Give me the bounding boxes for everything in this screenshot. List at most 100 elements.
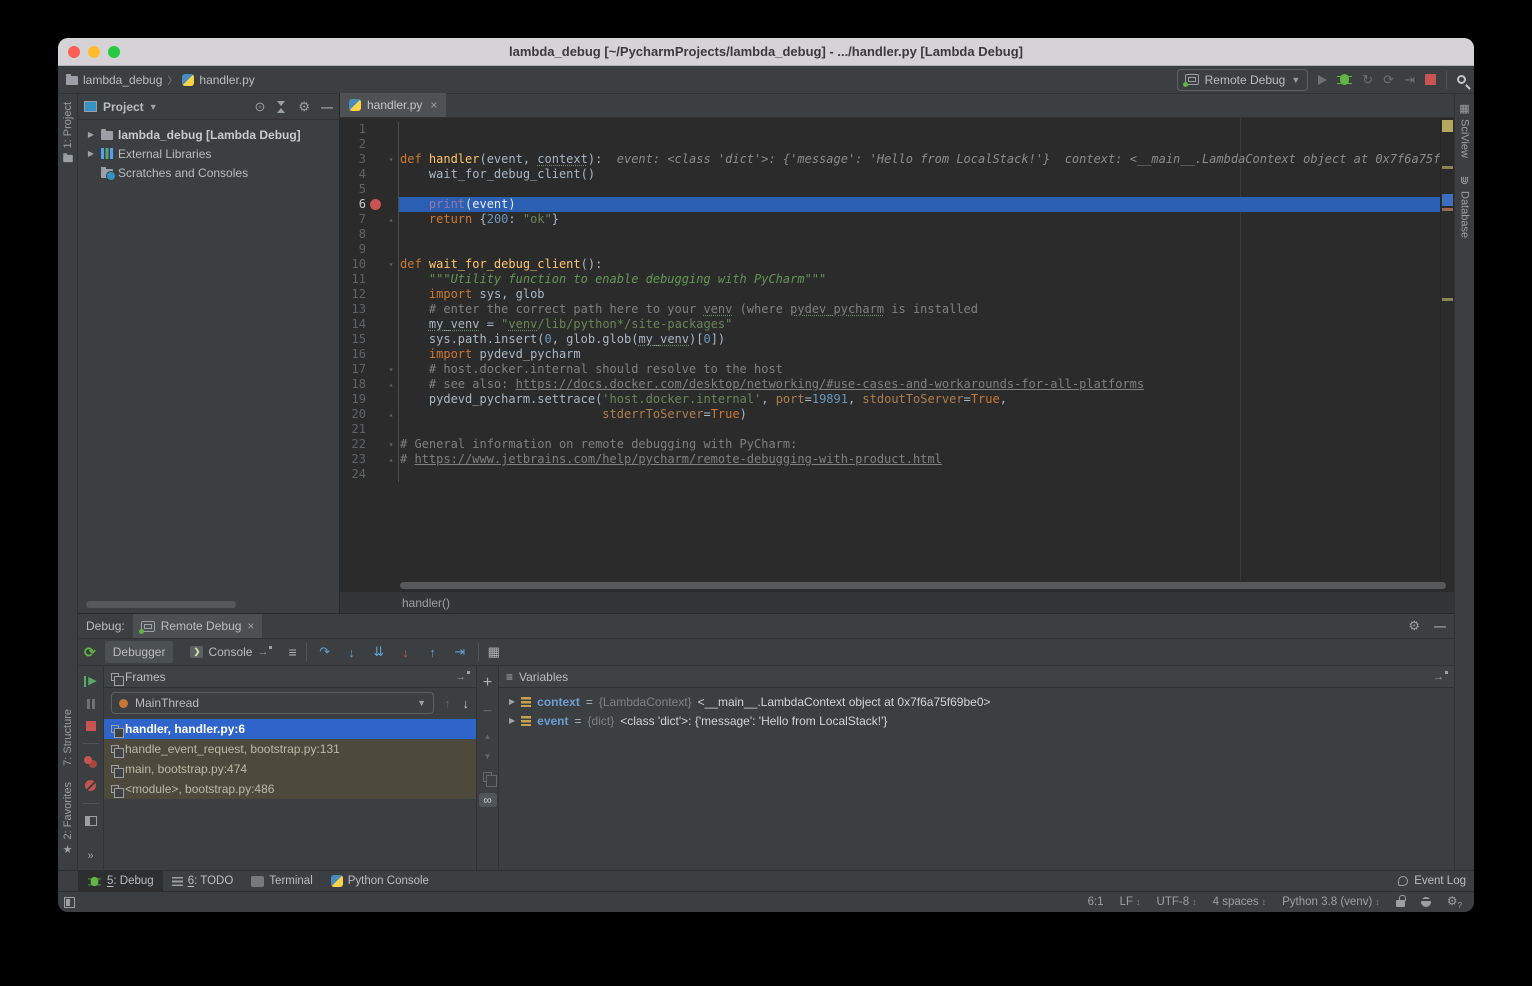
layout-options-icon[interactable]: ≡ [288,644,296,660]
status-item[interactable]: UTF-8↕ [1157,896,1197,908]
project-tree-item[interactable]: ▶Scratches and Consoles [78,163,339,182]
frame-row[interactable]: <module>, bootstrap.py:486 [104,779,476,799]
close-tab-icon[interactable]: × [430,98,437,112]
project-tree-item[interactable]: ▶lambda_debug [Lambda Debug] [78,125,339,144]
code-line[interactable]: 5 [340,182,1440,197]
sidebar-item-sciview[interactable]: ▦ SciView [1459,94,1471,166]
code-line[interactable]: 24 [340,467,1440,482]
chevron-right-icon[interactable]: ▶ [509,697,515,706]
profiler-button[interactable]: ⟳ [1383,72,1394,88]
step-over-button[interactable]: ↷ [316,644,334,660]
project-view-select[interactable]: Project ▼ [103,100,158,114]
close-session-icon[interactable]: × [247,619,254,633]
move-up-icon[interactable]: ▲ [484,732,492,741]
frame-row[interactable]: main, bootstrap.py:474 [104,759,476,779]
fold-marker[interactable]: ▾ [384,362,399,377]
status-item[interactable]: Python 3.8 (venv)↕ [1282,896,1380,908]
ide-status-icon[interactable]: ⚙ [1447,894,1462,910]
fold-marker[interactable]: ▴ [384,452,399,467]
sidebar-item-database[interactable]: ⋓ Database [1459,166,1471,246]
chevron-right-icon[interactable]: ▶ [86,130,96,139]
duplicate-watch-icon[interactable] [483,772,492,782]
warning-stripe[interactable] [1442,166,1453,169]
code-line[interactable]: 8 [340,227,1440,242]
minimize-window-button[interactable] [88,46,100,58]
line-number[interactable]: 18 [340,377,366,392]
run-button[interactable] [1318,75,1327,85]
fold-marker[interactable]: ▴ [384,377,399,392]
warning-stripe[interactable] [1442,208,1453,211]
event-log-button[interactable]: Event Log [1398,875,1466,887]
run-to-cursor-button[interactable]: ⇥ [451,644,469,660]
step-out-of-block-button[interactable]: ↓ [397,645,415,660]
breakpoint-dot[interactable] [366,197,384,212]
line-number[interactable]: 19 [340,392,366,407]
status-item[interactable]: LF↕ [1120,896,1141,908]
code-line[interactable]: 18▴ # see also: https://docs.docker.com/… [340,377,1440,392]
close-window-button[interactable] [68,46,80,58]
code-line[interactable]: 1 [340,122,1440,137]
editor-scrollbar[interactable] [1440,118,1454,581]
fold-marker[interactable]: ▾ [384,257,399,272]
code-line[interactable]: 19 pydevd_pycharm.settrace('host.docker.… [340,392,1440,407]
fold-marker[interactable]: ▴ [384,407,399,422]
pin-icon[interactable]: → [455,671,466,683]
execution-stripe[interactable] [1442,194,1453,206]
code-line[interactable]: 11 """Utility function to enable debuggi… [340,272,1440,287]
remove-watch-icon[interactable]: − [483,703,492,721]
lock-icon[interactable] [1396,900,1405,907]
editor-horizontal-scrollbar[interactable] [340,581,1454,591]
line-number[interactable]: 5 [340,182,366,197]
move-down-icon[interactable]: ▼ [484,752,492,761]
code-line[interactable]: 2 [340,137,1440,152]
tool-window-tab-6-todo[interactable]: 6: TODO [163,871,243,892]
sidebar-item-project[interactable]: 1: Project [62,94,74,171]
tool-window-tab-terminal[interactable]: Terminal [242,871,321,892]
collapse-all-icon[interactable] [276,101,287,113]
editor-tab-handler[interactable]: handler.py × [340,93,446,117]
code-line[interactable]: 6 print(event) [340,197,1440,212]
stop-button[interactable] [86,721,96,731]
status-item[interactable]: 4 spaces↕ [1213,896,1267,908]
run-configuration-select[interactable]: Remote Debug ▼ [1177,69,1309,91]
warning-stripe[interactable] [1442,298,1453,301]
variable-row[interactable]: ▶event={dict}<class 'dict'>: {'message':… [499,711,1454,730]
chevron-right-icon[interactable]: ▶ [86,149,96,158]
line-number[interactable]: 13 [340,302,366,317]
sidebar-item-structure[interactable]: 7: Structure [62,701,74,774]
line-number[interactable]: 9 [340,242,366,257]
hide-panel-icon[interactable]: — [321,100,333,114]
line-number[interactable]: 21 [340,422,366,437]
view-breakpoints-icon[interactable] [84,756,92,764]
line-number[interactable]: 14 [340,317,366,332]
step-into-button[interactable]: ↓ [343,645,361,660]
line-number[interactable]: 3 [340,152,366,167]
sidebar-item-favorites[interactable]: 2: Favorites ★ [62,774,74,870]
fold-marker[interactable]: ▾ [384,152,399,167]
next-frame-icon[interactable]: ↓ [463,696,470,711]
inspection-indicator[interactable] [1442,120,1453,132]
force-step-into-button[interactable]: ⇊ [370,644,388,660]
fold-marker[interactable]: ▾ [384,437,399,452]
status-item[interactable]: 6:1 [1088,896,1104,908]
thread-select[interactable]: MainThread ▼ [111,692,434,714]
more-icon[interactable]: » [87,850,93,862]
line-number[interactable]: 24 [340,467,366,482]
tool-window-tab-5-debug[interactable]: 5: Debug [78,871,163,892]
stop-button[interactable] [1425,74,1436,85]
code-line[interactable]: 15 sys.path.insert(0, glob.glob(my_venv)… [340,332,1440,347]
line-number[interactable]: 1 [340,122,366,137]
step-out-button[interactable]: ↑ [424,645,442,660]
line-number[interactable]: 23 [340,452,366,467]
search-everywhere-icon[interactable] [1457,75,1466,84]
chevron-right-icon[interactable]: ▶ [509,716,515,725]
fold-marker[interactable]: ▴ [384,212,399,227]
resume-button[interactable]: ▶ [84,676,96,687]
pause-button[interactable] [87,699,95,709]
code-line[interactable]: 9 [340,242,1440,257]
breadcrumb-project[interactable]: lambda_debug [83,73,162,87]
code-line[interactable]: 22▾# General information on remote debug… [340,437,1440,452]
code-line[interactable]: 10▾def wait_for_debug_client(): [340,257,1440,272]
debug-button[interactable] [1340,74,1349,85]
breadcrumb-file[interactable]: handler.py [199,73,254,87]
